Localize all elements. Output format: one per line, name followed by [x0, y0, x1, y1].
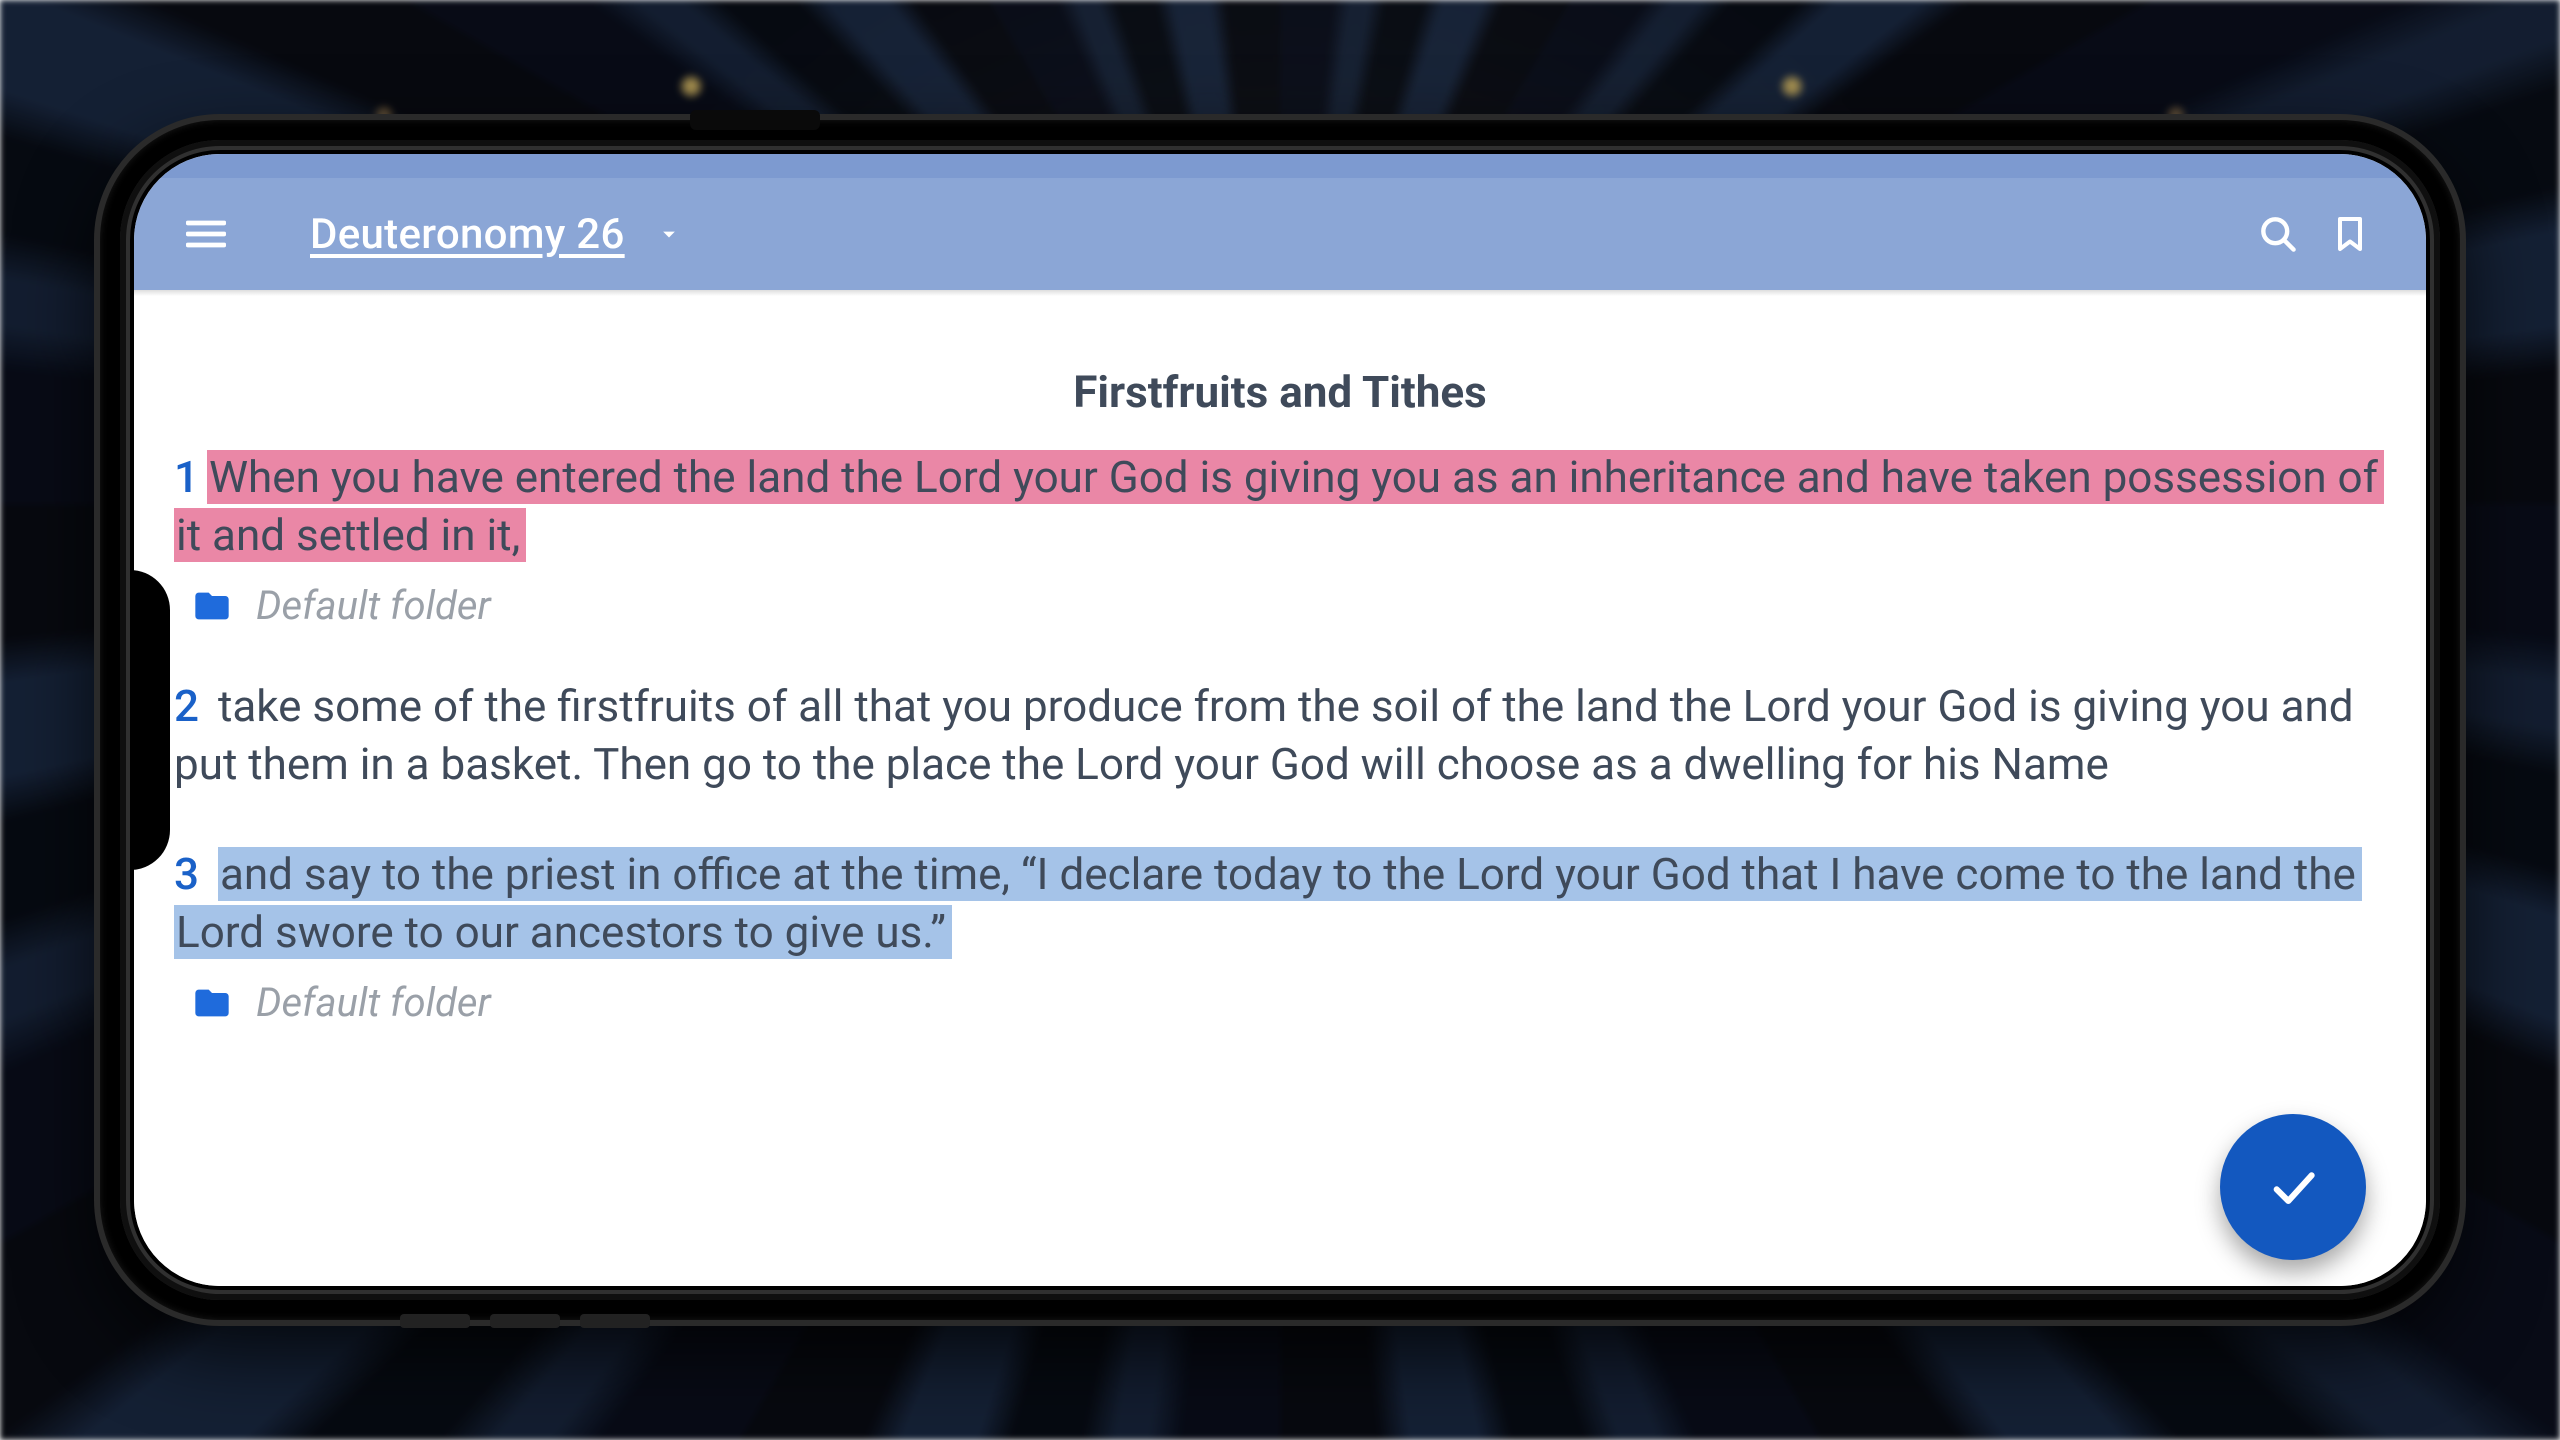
phone-notch: [134, 570, 170, 870]
verse[interactable]: 1When you have entered the land the Lord…: [174, 448, 2386, 564]
bookmark-icon: [2330, 214, 2370, 254]
verse-number: 1: [174, 451, 199, 503]
folder-icon: [192, 983, 232, 1023]
phone-bottom-keys: [400, 1314, 650, 1328]
status-bar: [134, 154, 2426, 178]
verse-text-highlighted: When you have entered the land the Lord …: [174, 450, 2384, 562]
verse[interactable]: 3 and say to the priest in office at the…: [174, 845, 2386, 961]
bookmark-folder-row[interactable]: Default folder: [192, 979, 2386, 1026]
section-heading: Firstfruits and Tithes: [174, 366, 2386, 418]
chapter-selector[interactable]: Deuteronomy 26: [310, 210, 683, 259]
verse[interactable]: 2 take some of the firstfruits of all th…: [174, 677, 2386, 793]
bookmark-button[interactable]: [2314, 198, 2386, 270]
folder-label: Default folder: [256, 979, 491, 1026]
verse-number: 3: [174, 848, 199, 900]
phone-screen: Deuteronomy 26 Firstfruits and Tithes 1W…: [134, 154, 2426, 1286]
confirm-fab[interactable]: [2220, 1114, 2366, 1260]
phone-frame: Deuteronomy 26 Firstfruits and Tithes 1W…: [100, 120, 2460, 1320]
hamburger-icon: [186, 214, 226, 254]
bookmark-folder-row[interactable]: Default folder: [192, 582, 2386, 629]
search-button[interactable]: [2242, 198, 2314, 270]
reading-pane[interactable]: Firstfruits and Tithes 1When you have en…: [134, 296, 2426, 1286]
chevron-down-icon: [655, 220, 683, 248]
folder-label: Default folder: [256, 582, 491, 629]
folder-icon: [192, 586, 232, 626]
verse-text: take some of the firstfruits of all that…: [174, 680, 2354, 790]
check-icon: [2265, 1159, 2321, 1215]
app-bar: Deuteronomy 26: [134, 178, 2426, 290]
verse-text-highlighted: and say to the priest in office at the t…: [174, 847, 2362, 959]
chapter-title: Deuteronomy 26: [310, 210, 625, 259]
search-icon: [2256, 212, 2300, 256]
verse-number: 2: [174, 680, 199, 732]
menu-button[interactable]: [170, 198, 242, 270]
phone-top-button: [690, 110, 820, 130]
